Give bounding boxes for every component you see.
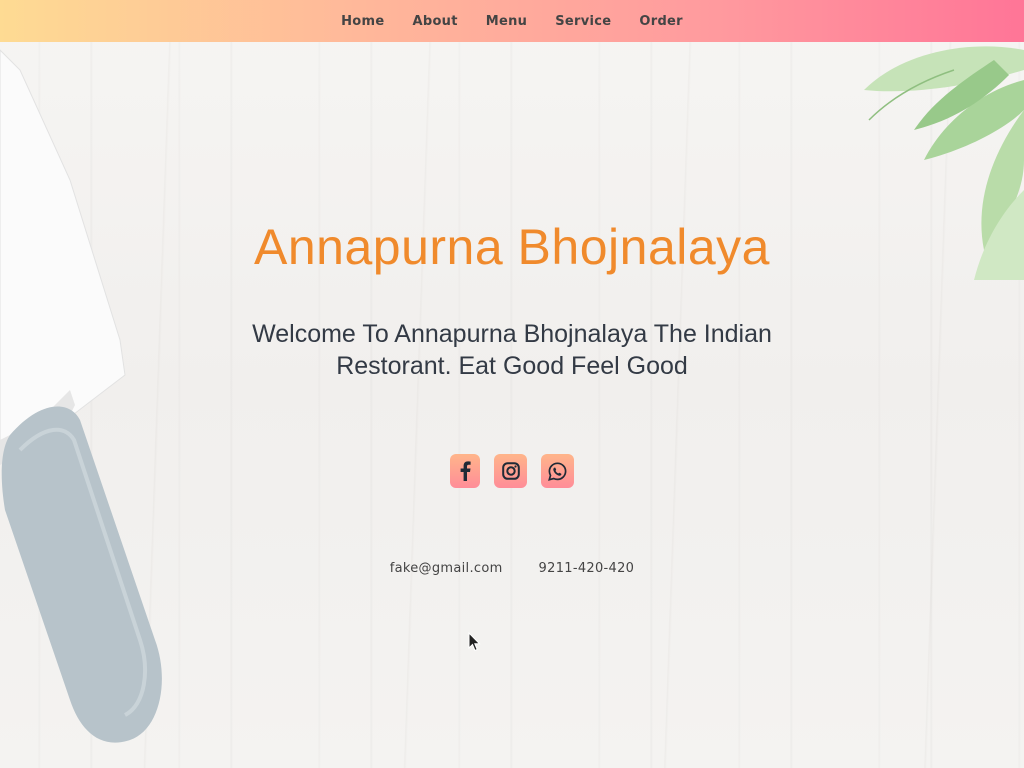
whatsapp-icon bbox=[548, 461, 567, 481]
mouse-cursor-icon bbox=[468, 632, 481, 652]
contact-phone[interactable]: 9211-420-420 bbox=[539, 561, 635, 576]
whatsapp-button[interactable] bbox=[541, 454, 574, 488]
hero-subtitle: Welcome To Annapurna Bhojnalaya The Indi… bbox=[252, 320, 772, 380]
hero-section: Annapurna Bhojnalaya Welcome To Annapurn… bbox=[0, 0, 1024, 768]
contact-email[interactable]: fake@gmail.com bbox=[390, 561, 503, 576]
page-title: Annapurna Bhojnalaya bbox=[254, 219, 770, 275]
social-links bbox=[0, 454, 1024, 488]
facebook-button[interactable] bbox=[450, 454, 480, 488]
facebook-icon bbox=[460, 461, 471, 481]
instagram-icon bbox=[501, 462, 520, 480]
contact-info: fake@gmail.com 9211-420-420 bbox=[0, 561, 1024, 576]
instagram-button[interactable] bbox=[494, 454, 527, 488]
